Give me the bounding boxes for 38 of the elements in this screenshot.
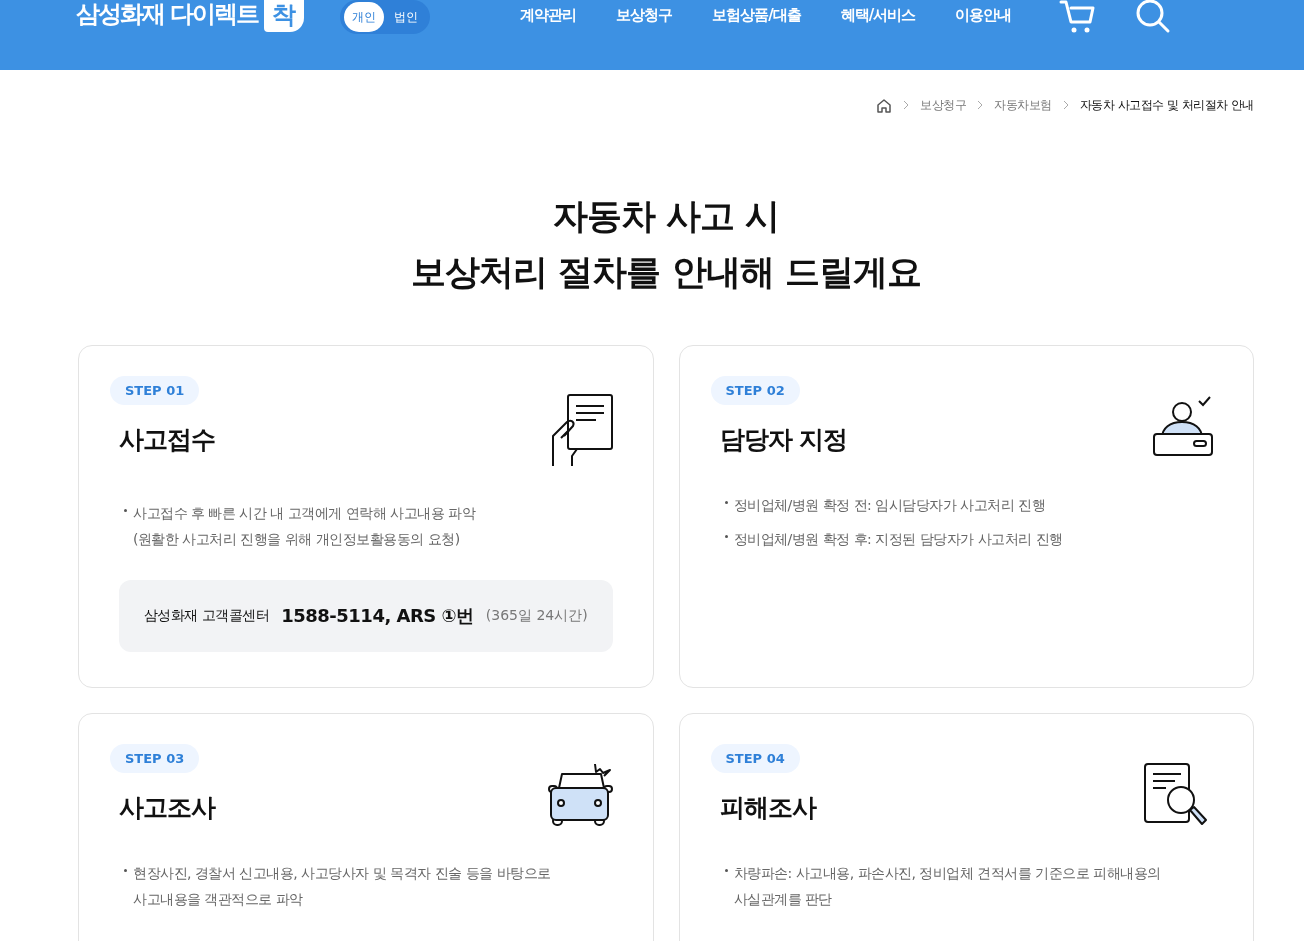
chevron-icon [977,100,984,110]
nav-link[interactable]: 혜택/서비스 [840,4,916,26]
home-icon[interactable] [876,97,893,113]
step-title: 사고접수 [119,424,215,456]
nav-link[interactable]: 보상청구 [616,4,673,26]
hand-holding-document-icon [550,394,613,466]
chevron-icon [903,100,910,110]
search-icon[interactable] [1135,0,1172,34]
breadcrumb-link[interactable]: 자동차보험 [994,96,1052,114]
breadcrumb-link[interactable]: 자동차 사고접수 및 처리절차 안내 [1079,96,1254,114]
step-badge: STEP 04 [710,744,800,773]
customer-type-tab[interactable]: 개인 [344,2,385,32]
service-hours: (365일 24시간) [485,607,588,625]
customer-type-tab[interactable]: 법인 [386,2,427,32]
logo-text[interactable]: 삼성화재 다이렉트 [76,0,259,30]
step-description: 정비업체/병원 확정 후: 지정된 담당자가 사고처리 진행 [733,530,1063,549]
page-title: 보상처리 절차를 안내해 드릴게요 [411,251,921,294]
step-badge: STEP 01 [110,376,200,405]
step-description: 정비업체/병원 확정 전: 임시담당자가 사고처리 진행 [733,496,1046,515]
phone-number: 1588-5114, ARS ①번 [281,604,474,628]
step-title: 피해조사 [719,792,816,824]
damaged-car-icon [546,762,613,826]
call-center-label: 삼성화재 고객콜센터 [143,607,270,625]
step-badge: STEP 02 [710,376,800,405]
step-title: 담당자 지정 [719,424,848,456]
logo-badge: 착 [264,0,305,32]
step-badge: STEP 03 [110,744,200,773]
step-description: 사고접수 후 빠른 시간 내 고객에게 연락해 사고내용 파악 (원활한 사고처리 진행을 위해 개인정보활용동의 요청) [133,504,476,549]
page-title: 자동차 사고 시 [552,195,780,238]
chevron-icon [1062,100,1069,110]
breadcrumb-link[interactable]: 보상청구 [920,96,967,114]
nav-link[interactable]: 이용안내 [955,4,1012,26]
agent-at-desk-icon [1151,394,1213,458]
step-description: 차량파손: 사고내용, 파손사진, 정비업체 견적서를 기준으로 피해내용의 사실관계를 판단 [733,864,1161,909]
step-title: 사고조사 [119,792,215,824]
step-description: 현장사진, 경찰서 신고내용, 사고당사자 및 목격자 진술 등을 바탕으로 사고내용을 객관적으로 파악 [133,864,551,909]
nav-link[interactable]: 보험상품/대출 [712,4,801,26]
nav-link[interactable]: 계약관리 [520,4,577,26]
